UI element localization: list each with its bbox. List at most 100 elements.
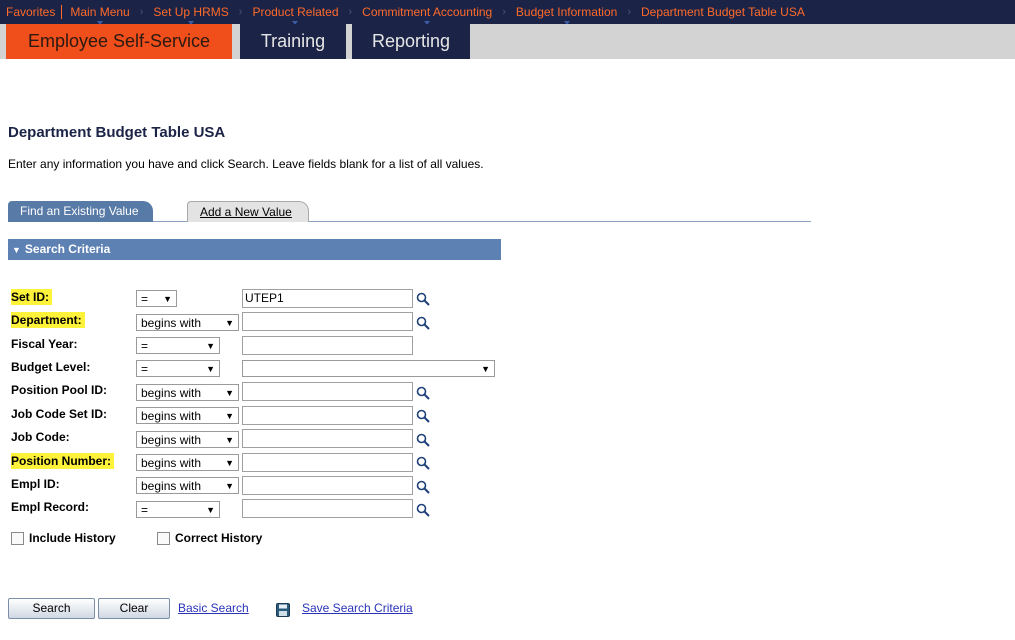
tab-add-new-value-label: Add a New Value — [200, 205, 292, 219]
breadcrumb: Favorites Main Menu › Set Up HRMS › Prod… — [0, 0, 1015, 25]
chevron-right-icon: › — [502, 6, 506, 18]
input-position-pool-id[interactable] — [242, 382, 413, 401]
checkbox-box[interactable] — [157, 531, 170, 545]
lookup-magnifier-icon[interactable] — [416, 292, 430, 306]
lookup-magnifier-icon[interactable] — [416, 433, 430, 447]
label-department: Department: — [11, 312, 85, 328]
lookup-magnifier-icon[interactable] — [416, 386, 430, 400]
lookup-magnifier-icon[interactable] — [416, 480, 430, 494]
include-history-checkbox[interactable]: Include History — [11, 531, 116, 545]
save-search-criteria-link[interactable]: Save Search Criteria — [302, 601, 413, 615]
breadcrumb-favorites[interactable]: Favorites — [0, 5, 55, 19]
dropdown-arrow-icon: ▼ — [206, 364, 215, 374]
operator-select-empl-record[interactable]: = ▼ — [136, 501, 220, 518]
clear-button[interactable]: Clear — [98, 598, 170, 619]
collapse-triangle-icon: ▼ — [12, 245, 21, 255]
operator-value: begins with — [141, 456, 202, 470]
operator-select-job-code[interactable]: begins with ▼ — [136, 431, 239, 448]
operator-value: = — [141, 362, 149, 376]
label-position-pool-id: Position Pool ID: — [11, 383, 107, 397]
chevron-right-icon: › — [348, 6, 353, 18]
lookup-magnifier-icon[interactable] — [416, 316, 430, 330]
search-criteria-header[interactable]: ▼ Search Criteria — [8, 239, 501, 260]
operator-select-set-id[interactable]: = ▼ — [136, 290, 177, 307]
operator-value: = — [141, 292, 149, 306]
tab-employee-self-service[interactable]: Employee Self-Service — [6, 24, 232, 59]
dropdown-arrow-icon: ▼ — [225, 458, 234, 468]
dropdown-arrow-icon: ▼ — [163, 294, 172, 304]
tab-reporting[interactable]: Reporting — [352, 24, 470, 59]
operator-value: begins with — [141, 409, 202, 423]
top-tab-bar: Employee Self-Service Training Reporting — [0, 24, 1015, 59]
basic-search-link[interactable]: Basic Search — [178, 601, 249, 615]
chevron-right-icon: › — [627, 6, 631, 18]
input-position-number[interactable] — [242, 453, 413, 472]
operator-select-fiscal-year[interactable]: = ▼ — [136, 337, 220, 354]
dropdown-arrow-icon: ▼ — [206, 505, 215, 515]
label-empl-id: Empl ID: — [11, 477, 60, 491]
breadcrumb-commitment-accounting[interactable]: Commitment Accounting — [362, 5, 493, 25]
dropdown-arrow-icon: ▼ — [225, 411, 234, 421]
dropdown-arrow-icon: ▼ — [225, 388, 234, 398]
breadcrumb-label: Commitment Accounting — [362, 5, 493, 19]
label-budget-level: Budget Level: — [11, 360, 91, 374]
operator-select-position-number[interactable]: begins with ▼ — [136, 454, 239, 471]
input-department[interactable] — [242, 312, 413, 331]
operator-value: begins with — [141, 386, 202, 400]
search-button[interactable]: Search — [8, 598, 95, 619]
chevron-right-icon: › — [139, 6, 144, 18]
chevron-right-icon: › — [238, 6, 243, 18]
label-position-number: Position Number: — [11, 453, 115, 469]
breadcrumb-divider — [61, 5, 63, 19]
lookup-magnifier-icon[interactable] — [416, 409, 430, 423]
search-criteria-title: Search Criteria — [24, 242, 111, 256]
operator-value: begins with — [141, 316, 202, 330]
tab-add-new-value[interactable]: Add a New Value — [187, 201, 309, 222]
label-empl-record: Empl Record: — [11, 500, 90, 514]
page-instructions: Enter any information you have and click… — [8, 157, 484, 171]
save-floppy-icon[interactable] — [276, 603, 290, 617]
checkbox-box[interactable] — [11, 531, 24, 545]
include-history-label: Include History — [29, 531, 116, 545]
breadcrumb-label: Product Related — [252, 5, 339, 19]
input-empl-record[interactable] — [242, 499, 413, 518]
tab-find-existing-value[interactable]: Find an Existing Value — [8, 201, 153, 222]
lookup-magnifier-icon[interactable] — [416, 503, 430, 517]
select-budget-level[interactable]: ▼ — [242, 360, 495, 377]
label-fiscal-year: Fiscal Year: — [11, 337, 78, 351]
operator-select-department[interactable]: begins with ▼ — [136, 314, 239, 331]
input-set-id[interactable]: UTEP1 — [242, 289, 413, 308]
input-fiscal-year[interactable] — [242, 336, 413, 355]
dropdown-arrow-icon: ▼ — [206, 341, 215, 351]
dropdown-arrow-icon: ▼ — [481, 364, 490, 374]
breadcrumb-product-related[interactable]: Product Related — [252, 5, 339, 25]
breadcrumb-department-budget-table[interactable]: Department Budget Table USA — [641, 5, 805, 19]
label-job-code-set-id: Job Code Set ID: — [11, 407, 108, 421]
operator-select-budget-level[interactable]: = ▼ — [136, 360, 220, 377]
operator-value: begins with — [141, 433, 202, 447]
label-job-code: Job Code: — [11, 430, 70, 444]
lookup-magnifier-icon[interactable] — [416, 456, 430, 470]
breadcrumb-label: Budget Information — [515, 5, 618, 19]
operator-select-job-code-set-id[interactable]: begins with ▼ — [136, 407, 239, 424]
breadcrumb-main-menu[interactable]: Main Menu — [70, 5, 130, 25]
input-job-code-set-id[interactable] — [242, 406, 413, 425]
input-job-code[interactable] — [242, 429, 413, 448]
operator-select-position-pool-id[interactable]: begins with ▼ — [136, 384, 239, 401]
dropdown-arrow-icon: ▼ — [225, 481, 234, 491]
input-empl-id[interactable] — [242, 476, 413, 495]
label-set-id: Set ID: — [11, 289, 53, 305]
page-title: Department Budget Table USA — [8, 124, 226, 141]
operator-value: = — [141, 339, 149, 353]
breadcrumb-budget-information[interactable]: Budget Information — [515, 5, 618, 25]
correct-history-checkbox[interactable]: Correct History — [157, 531, 262, 545]
operator-select-empl-id[interactable]: begins with ▼ — [136, 477, 239, 494]
dropdown-arrow-icon: ▼ — [225, 318, 234, 328]
operator-value: = — [141, 503, 149, 517]
operator-value: begins with — [141, 479, 202, 493]
breadcrumb-main-menu-label: Main Menu — [70, 5, 130, 19]
tab-training[interactable]: Training — [240, 24, 346, 59]
correct-history-label: Correct History — [175, 531, 263, 545]
dropdown-arrow-icon: ▼ — [225, 435, 234, 445]
breadcrumb-set-up-hrms[interactable]: Set Up HRMS — [153, 5, 229, 25]
